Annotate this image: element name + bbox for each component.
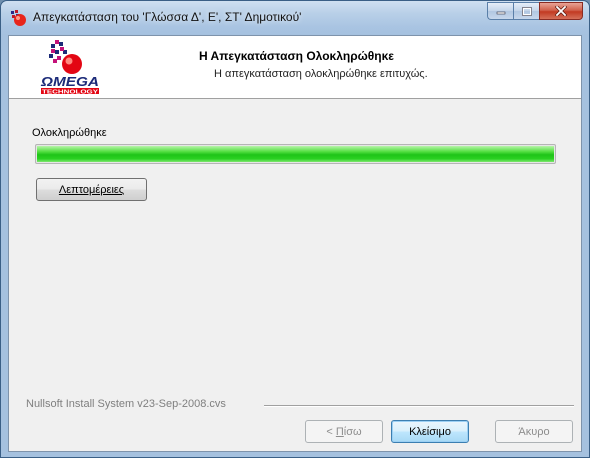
minimize-icon xyxy=(496,11,505,15)
back-button-prefix: < xyxy=(326,425,336,438)
window-title: Απεγκατάσταση του 'Γλώσσα Δ', Ε', ΣΤ' Δη… xyxy=(33,10,302,24)
header-banner: ΩMEGA TECHNOLOGY Η Απεγκατάσταση Ολοκληρ… xyxy=(9,36,581,99)
installer-app-icon xyxy=(11,10,26,26)
close-window-button[interactable] xyxy=(539,2,583,20)
progress-bar-fill xyxy=(37,146,554,162)
back-button-accelerator: Π xyxy=(335,425,344,438)
minimize-button[interactable] xyxy=(487,2,513,20)
cancel-button-label: Άκυρο xyxy=(518,425,550,438)
close-button-label: Κλείσιμο xyxy=(409,425,451,438)
back-button[interactable]: < Πίσω xyxy=(305,420,383,443)
logo-subtext: TECHNOLOGY xyxy=(42,90,98,96)
show-details-label: Λεπτομέρειες xyxy=(58,183,125,196)
back-button-rest: ίσω xyxy=(343,425,362,438)
cancel-button[interactable]: Άκυρο xyxy=(495,420,573,443)
omega-technology-logo: ΩMEGA TECHNOLOGY xyxy=(40,40,99,96)
footer-divider xyxy=(264,405,574,407)
title-bar[interactable]: Απεγκατάσταση του 'Γλώσσα Δ', Ε', ΣΤ' Δη… xyxy=(1,1,589,35)
close-button[interactable]: Κλείσιμο xyxy=(391,420,469,443)
show-details-button[interactable]: Λεπτομέρειες xyxy=(36,178,147,201)
close-icon xyxy=(555,6,567,16)
dialog-client-area: ΩMEGA TECHNOLOGY Η Απεγκατάσταση Ολοκληρ… xyxy=(8,35,582,452)
maximize-icon xyxy=(521,6,532,16)
caption-buttons xyxy=(487,2,583,22)
installer-window: Απεγκατάσταση του 'Γλώσσα Δ', Ε', ΣΤ' Δη… xyxy=(0,0,590,458)
header-subtitle: Η απεγκατάσταση ολοκληρώθηκε επιτυχώς. xyxy=(214,68,428,80)
status-label: Ολοκληρώθηκε xyxy=(32,127,107,139)
maximize-button[interactable] xyxy=(513,2,539,20)
logo-wordmark: ΩMEGA xyxy=(40,74,99,89)
progress-bar xyxy=(35,144,556,164)
header-title: Η Απεγκατάσταση Ολοκληρώθηκε xyxy=(199,49,394,63)
nsis-branding-text: Nullsoft Install System v23-Sep-2008.cvs xyxy=(26,398,226,410)
